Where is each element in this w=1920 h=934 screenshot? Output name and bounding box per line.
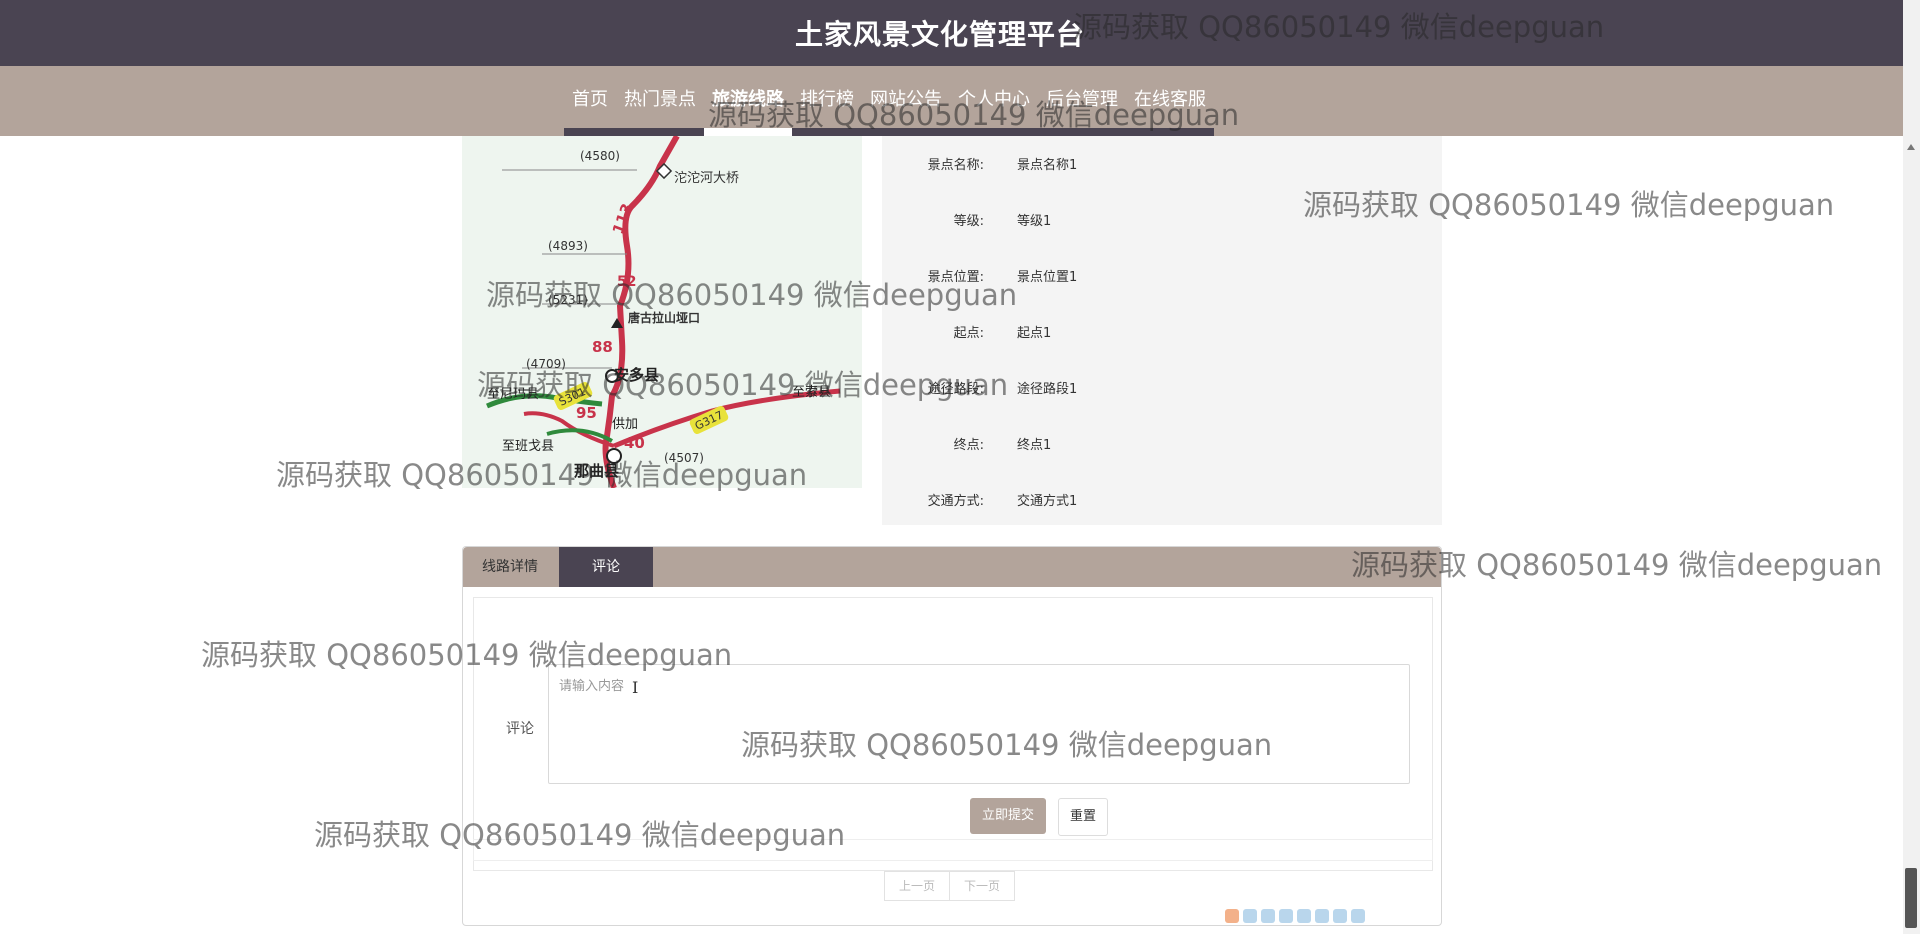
info-value: 起点1 [1017,326,1052,341]
site-header: 土家风景文化管理平台 [0,0,1903,66]
map-label: 95 [576,404,597,422]
tab-comments[interactable]: 评论 [559,547,653,587]
map-label: 52 [617,274,636,290]
map-label: 唐古拉山垭口 [628,310,700,325]
nav-item-underline [564,128,616,136]
moon-icon [1261,909,1275,923]
detail-tabs-panel: 线路详情 评论 评论 立即提交 重置 上一页 下一页 [462,546,1442,926]
info-key: 等级: [953,214,984,229]
nav-item-label: 在线客服 [1134,89,1206,110]
shirt-icon [1333,909,1347,923]
info-value: 景点名称1 [1017,158,1078,173]
tab-route-details[interactable]: 线路详情 [463,547,557,587]
info-row-start: 起点: 起点1 [882,318,1442,342]
info-row-end: 终点: 终点1 [882,430,1442,454]
info-row-level: 等级: 等级1 [882,206,1442,230]
nav-item-underline [1038,128,1126,136]
nav-item-announcements[interactable]: 网站公告 [862,66,950,136]
app-icon [1225,909,1239,923]
comment-form: 评论 立即提交 重置 [473,597,1433,871]
map-label: 至索县 [792,385,831,400]
grid-icon [1315,909,1329,923]
map-label: 至班戈县 [502,439,554,454]
nav-item-online-service[interactable]: 在线客服 [1126,66,1214,136]
nav-item-underline [704,128,792,136]
map-label: (5231) [548,293,588,307]
nav-item-hot-spots[interactable]: 热门景点 [616,66,704,136]
info-row-transport: 交通方式: 交通方式1 [882,486,1442,510]
settings-icon [1351,909,1365,923]
nav-item-travel-routes[interactable]: 旅游线路 [704,66,792,136]
nav-item-label: 首页 [572,89,608,110]
nav-item-ranking[interactable]: 排行榜 [792,66,862,136]
info-key: 途径路段: [927,382,984,397]
info-row-location: 景点位置: 景点位置1 [882,262,1442,286]
nav-item-underline [616,128,704,136]
comment-label: 评论 [506,721,534,737]
nav-item-underline [950,128,1038,136]
info-key: 起点: [953,326,984,341]
info-value: 等级1 [1017,214,1052,229]
map-label: (4580) [580,149,620,163]
info-row-route-section: 途径路段: 途径路段1 [882,374,1442,398]
toolbar-icons [1225,909,1365,923]
map-label: (4893) [548,239,588,253]
submit-button[interactable]: 立即提交 [970,798,1046,834]
next-page-button[interactable]: 下一页 [950,871,1015,901]
nav-item-label: 热门景点 [624,89,696,110]
language-icon [1243,909,1257,923]
info-value: 途径路段1 [1017,382,1078,397]
route-map-graphic: (4580) 沱沱河大桥 113 (4893) 52 (5231) 唐古拉山垭口… [462,136,862,488]
route-map-image: (4580) 沱沱河大桥 113 (4893) 52 (5231) 唐古拉山垭口… [462,136,862,488]
scrollbar-thumb[interactable] [1905,868,1917,928]
info-row-spot-name: 景点名称: 景点名称1 [882,150,1442,174]
map-label: 40 [624,434,645,452]
scroll-up-icon[interactable] [1907,144,1915,150]
nav-item-label: 旅游线路 [712,89,784,110]
nav-item-label: 个人中心 [958,89,1030,110]
info-key: 终点: [953,438,984,453]
map-label: 88 [592,338,613,356]
main-nav: 首页 热门景点 旅游线路 排行榜 网站公告 个人中心 后台管理 在线客服 [0,66,1903,136]
site-title: 土家风景文化管理平台 [794,18,1085,51]
text-cursor-icon: I [632,678,639,697]
nav-item-label: 排行榜 [800,89,854,110]
page-scrollbar[interactable] [1903,0,1920,934]
info-value: 交通方式1 [1017,494,1078,509]
nav-item-underline [1126,128,1214,136]
nav-item-underline [862,128,950,136]
info-key: 景点位置: [927,270,984,285]
info-value: 景点位置1 [1017,270,1078,285]
comment-list [473,839,1433,861]
keyboard-icon [1297,909,1311,923]
map-label: 安多县 [614,366,659,384]
prev-page-button[interactable]: 上一页 [884,871,950,901]
reset-button[interactable]: 重置 [1058,798,1108,836]
route-info-panel: 景点名称: 景点名称1 等级: 等级1 景点位置: 景点位置1 起点: 起点1 … [882,136,1442,525]
map-label: 至尼玛县 [487,387,539,402]
nav-item-label: 后台管理 [1046,89,1118,110]
map-label: (4709) [526,357,566,371]
nav-item-personal-center[interactable]: 个人中心 [950,66,1038,136]
info-value: 终点1 [1017,438,1052,453]
info-key: 景点名称: [927,158,984,173]
info-key: 交通方式: [927,494,984,509]
map-label: 那曲县 [574,462,619,480]
pagination: 上一页 下一页 [884,871,1015,901]
nav-item-underline [792,128,862,136]
map-label: 沱沱河大桥 [674,170,739,186]
nav-item-label: 网站公告 [870,89,942,110]
comment-textarea[interactable] [548,664,1410,784]
nav-item-home[interactable]: 首页 [564,66,616,136]
map-label: (4507) [664,451,704,465]
nav-item-admin[interactable]: 后台管理 [1038,66,1126,136]
dots-icon [1279,909,1293,923]
tab-bar: 线路详情 评论 [463,547,1441,587]
map-label: 供加 [612,417,638,432]
